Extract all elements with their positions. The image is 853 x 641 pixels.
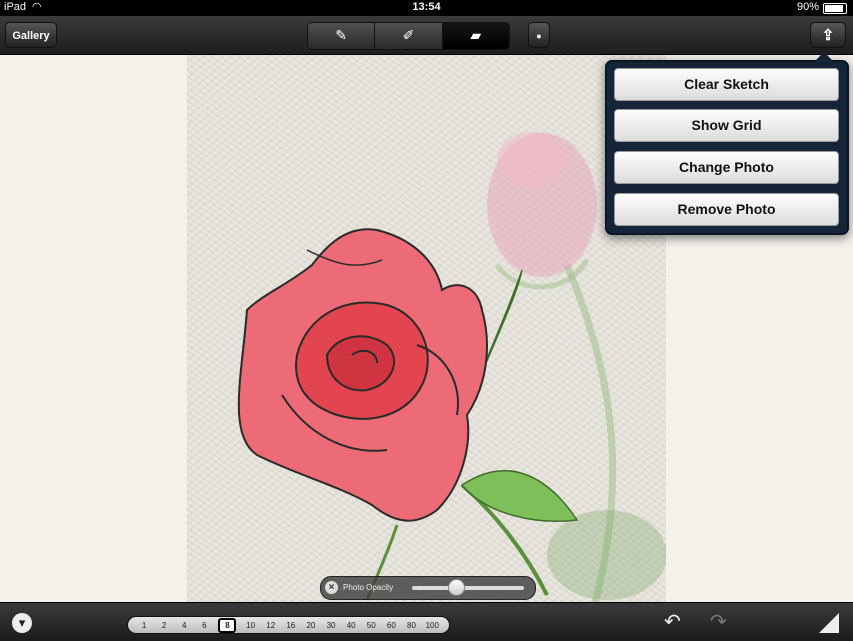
size-option[interactable]: 1 — [138, 621, 150, 630]
size-option[interactable]: 6 — [198, 621, 210, 630]
redo-icon[interactable]: ↷ — [710, 609, 727, 634]
rose-sketch — [237, 132, 667, 616]
size-option[interactable]: 4 — [178, 621, 190, 630]
photo-opacity-control: × Photo Opacity — [320, 576, 536, 600]
status-bar: iPad ◠ 13:54 90% — [0, 0, 853, 16]
share-icon[interactable]: ⇪ — [810, 22, 846, 48]
bottom-toolbar: ▾ 1 2 4 6 8 10 12 16 20 30 40 50 60 80 1… — [0, 602, 853, 641]
clock: 13:54 — [412, 1, 441, 13]
photo-opacity-label: Photo Opacity — [343, 583, 394, 592]
marker-icon[interactable]: ✐ — [375, 23, 443, 49]
size-option[interactable]: 2 — [158, 621, 170, 630]
size-option[interactable]: 10 — [245, 621, 257, 630]
size-option[interactable]: 16 — [285, 621, 297, 630]
popover-arrow — [814, 52, 834, 62]
undo-icon[interactable]: ↶ — [664, 609, 681, 634]
size-option-selected[interactable]: 8 — [218, 617, 237, 633]
pencil-icon[interactable]: ✎ — [308, 23, 376, 49]
gallery-button[interactable]: Gallery — [5, 22, 57, 48]
top-toolbar: Gallery ✎ ✐ ▰ ● ⇪ — [0, 16, 853, 55]
size-option[interactable]: 100 — [426, 621, 439, 630]
photo-opacity-slider[interactable] — [412, 586, 524, 590]
clear-sketch-button[interactable]: Clear Sketch — [614, 68, 839, 101]
size-option[interactable]: 30 — [325, 621, 337, 630]
remove-photo-button[interactable]: Remove Photo — [614, 193, 839, 226]
page-curl-icon[interactable] — [819, 613, 839, 633]
brush-size-picker: 1 2 4 6 8 10 12 16 20 30 40 50 60 80 100 — [127, 616, 450, 634]
size-option[interactable]: 40 — [345, 621, 357, 630]
battery-percent: 90% — [796, 1, 819, 13]
close-icon[interactable]: × — [325, 581, 338, 594]
size-option[interactable]: 50 — [365, 621, 377, 630]
tool-selector: ✎ ✐ ▰ — [307, 22, 510, 50]
battery-icon — [823, 3, 847, 14]
slider-knob[interactable] — [448, 579, 466, 596]
collapse-icon[interactable]: ▾ — [12, 613, 32, 633]
brush-size-icon[interactable]: ● — [528, 22, 550, 48]
size-option[interactable]: 60 — [385, 621, 397, 630]
size-option[interactable]: 80 — [405, 621, 417, 630]
change-photo-button[interactable]: Change Photo — [614, 151, 839, 184]
reference-photo — [187, 55, 667, 616]
show-grid-button[interactable]: Show Grid — [614, 109, 839, 142]
eraser-icon[interactable]: ▰ — [442, 23, 509, 49]
share-popover-menu: Clear Sketch Show Grid Change Photo Remo… — [605, 52, 849, 235]
size-option[interactable]: 20 — [305, 621, 317, 630]
size-option[interactable]: 12 — [265, 621, 277, 630]
